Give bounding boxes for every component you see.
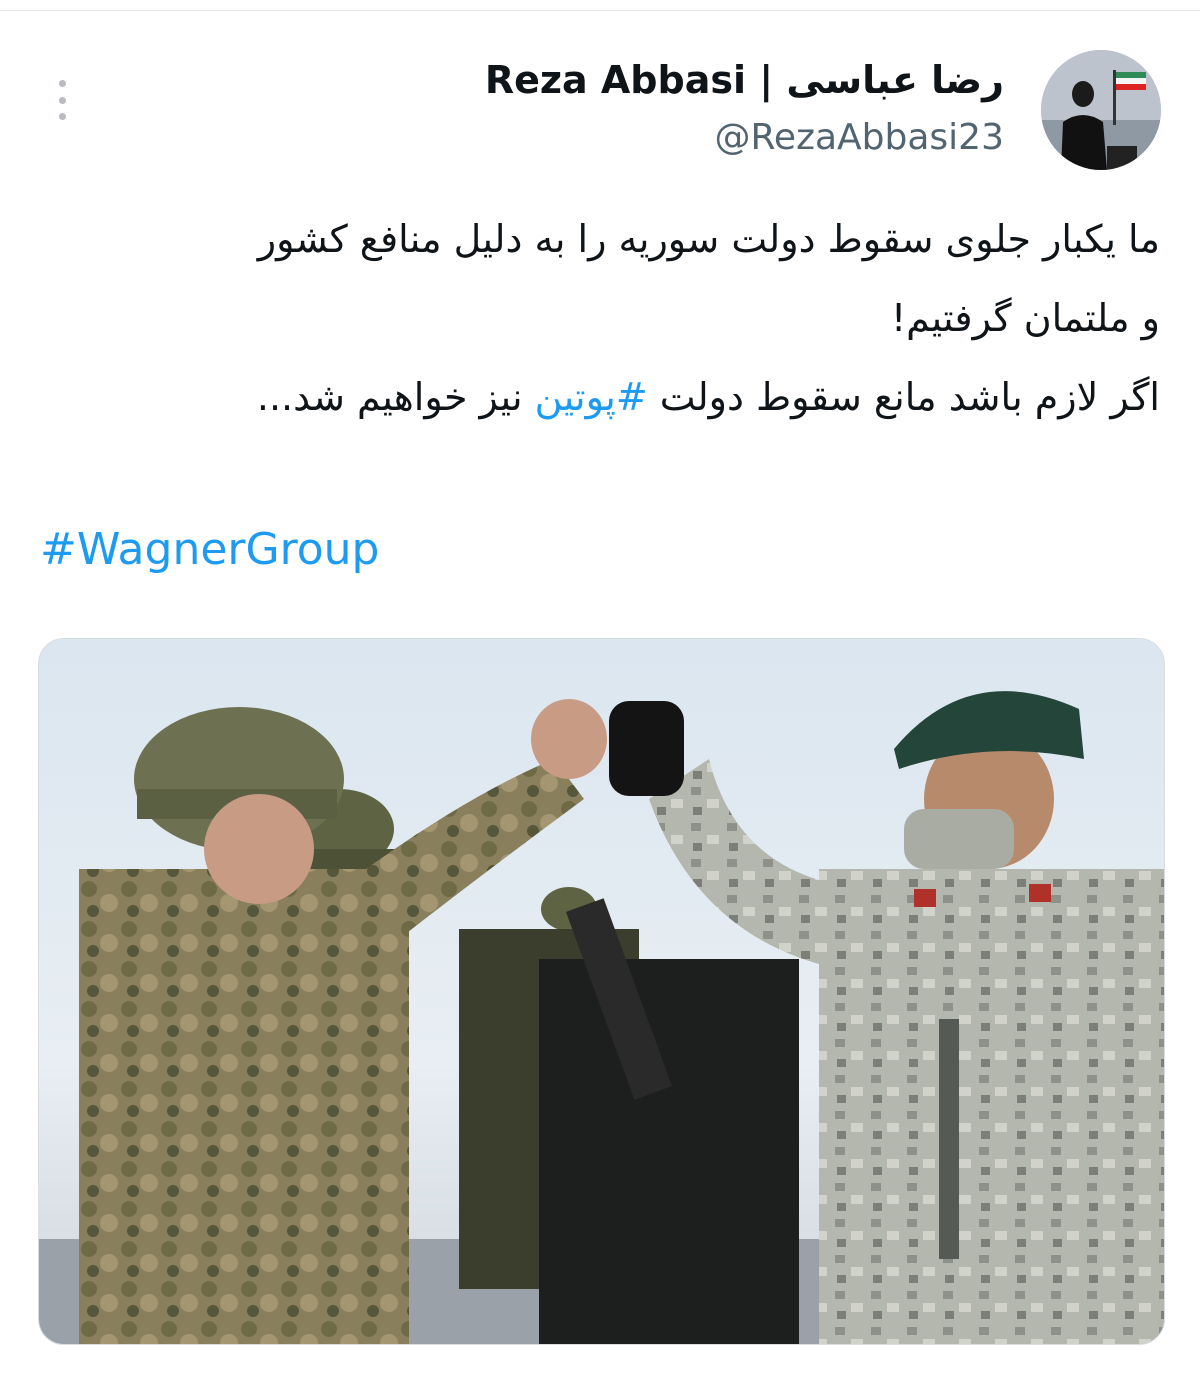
avatar[interactable] [1041, 50, 1161, 170]
tweet-text: ما یکبار جلوی سقوط دولت سوریه را به دلیل… [40, 200, 1160, 437]
vertical-ellipsis-icon [58, 80, 66, 87]
author-display-name[interactable]: Reza Abbasi | رضا عباسی [485, 55, 1004, 105]
hashtag-wagnergroup-link[interactable]: #WagnerGroup [40, 520, 379, 580]
author-block: Reza Abbasi | رضا عباسی @RezaAbbasi23 [485, 55, 1004, 163]
tweet-line-3: اگر لازم باشد مانع سقوط دولت #پوتین نیز … [40, 358, 1160, 437]
author-handle[interactable]: @RezaAbbasi23 [485, 113, 1004, 163]
tweet-line-3-start: اگر لازم باشد مانع سقوط دولت [647, 375, 1160, 419]
tweet-photo-image [39, 639, 1164, 1344]
tweet-line-1: ما یکبار جلوی سقوط دولت سوریه را به دلیل… [257, 217, 1160, 261]
top-divider [0, 10, 1200, 11]
more-options-button[interactable] [50, 80, 74, 120]
tweet-line-2: و ملتمان گرفتیم! [890, 296, 1160, 340]
tweet-line-3-end: نیز خواهیم شد... [256, 375, 535, 419]
tweet-photo[interactable] [38, 638, 1165, 1345]
avatar-image [1041, 50, 1161, 170]
hashtag-putin-link[interactable]: #پوتین [535, 375, 648, 419]
